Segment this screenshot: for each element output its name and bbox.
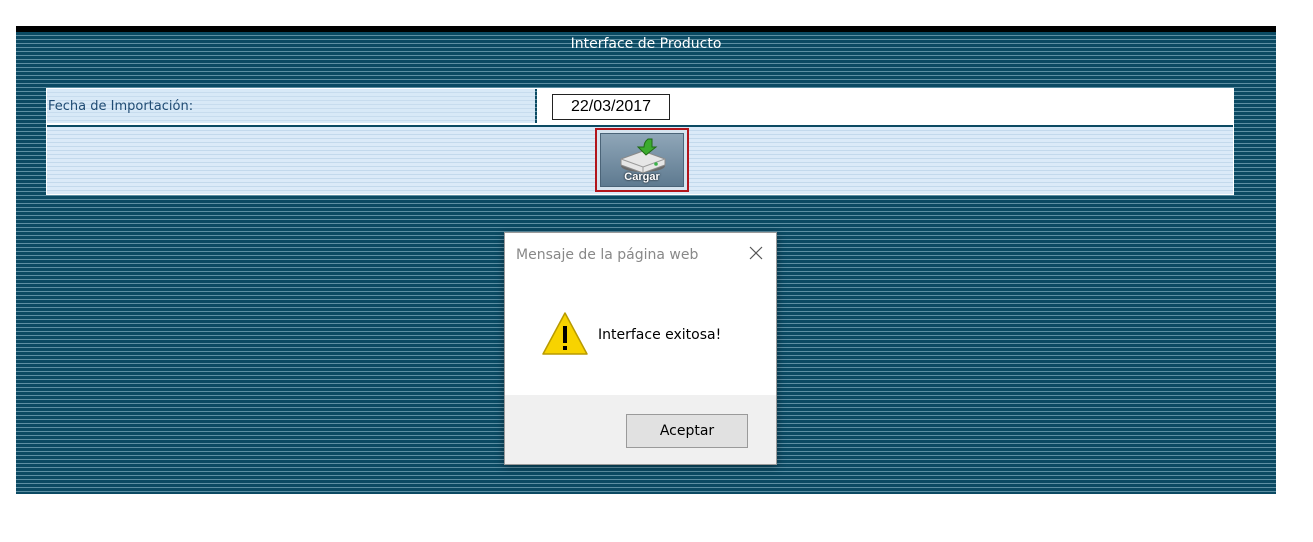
form-row-action: Cargar — [47, 127, 1233, 194]
disk-download-icon — [620, 138, 666, 174]
form-row-date: Fecha de Importación: — [47, 89, 1233, 125]
load-button-label: Cargar — [624, 171, 660, 183]
date-label-cell: Fecha de Importación: — [47, 89, 535, 123]
load-button-face: Cargar — [600, 133, 684, 187]
date-label: Fecha de Importación: — [48, 99, 194, 114]
import-date-input[interactable] — [552, 94, 670, 120]
date-value-cell — [537, 89, 1233, 123]
warning-icon — [542, 312, 588, 355]
import-form: Fecha de Importación: Cargar — [46, 88, 1234, 195]
load-button[interactable]: Cargar — [595, 128, 689, 192]
page-title: Interface de Producto — [570, 36, 722, 52]
close-icon[interactable] — [746, 243, 766, 263]
dialog-footer: Aceptar — [505, 395, 776, 464]
dialog-message: Interface exitosa! — [598, 327, 722, 343]
ok-button[interactable]: Aceptar — [626, 414, 748, 448]
dialog-title: Mensaje de la página web — [516, 247, 699, 263]
message-dialog: Mensaje de la página web Interface exito… — [504, 232, 777, 465]
